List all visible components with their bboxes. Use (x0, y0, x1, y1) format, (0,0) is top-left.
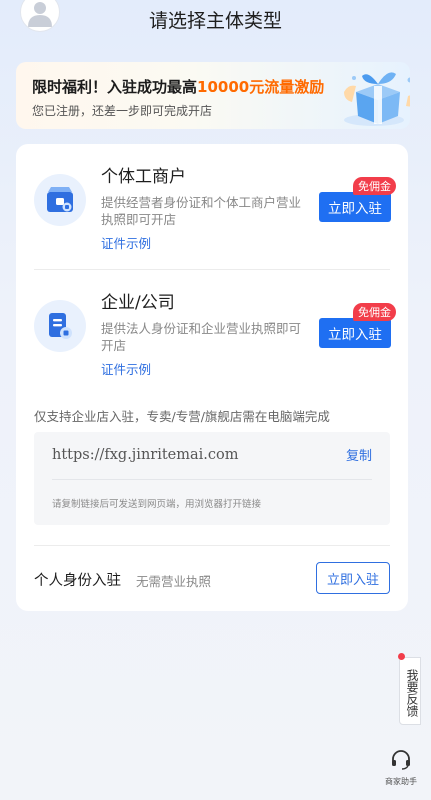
gift-box-icon (344, 72, 410, 126)
personal-subtitle: 无需营业执照 (136, 574, 212, 589)
url-divider (52, 479, 372, 480)
promo-title-highlight: 10000元流量激励 (197, 78, 325, 96)
option-description: 提供经营者身份证和个体工商户营业执照即可开店 (101, 195, 302, 227)
divider (34, 269, 390, 270)
commission-free-badge: 免佣金 (353, 303, 396, 321)
personal-title: 个人身份入驻 (34, 573, 121, 589)
enterprise-notice: 仅支持企业店入驻，专卖/专营/旗舰店需在电脑端完成 (34, 409, 330, 424)
store-url: https://fxg.jinritemai.com (52, 447, 239, 463)
commission-free-badge: 免佣金 (353, 177, 396, 195)
promo-subtitle: 您已注册，还差一步即可完成开店 (32, 104, 213, 118)
option-company[interactable]: 企业/公司 提供法人身份证和企业营业执照即可开店 证件示例 立即入驻 免佣金 (16, 288, 408, 408)
promo-title-prefix: 限时福利！入驻成功最高 (32, 78, 198, 96)
url-hint: 请复制链接后可发送到网页端，用浏览器打开链接 (52, 499, 262, 510)
header: 请选择主体类型 (0, 0, 431, 40)
example-link[interactable]: 证件示例 (101, 233, 151, 252)
promo-banner[interactable]: 限时福利！入驻成功最高10000元流量激励 您已注册，还差一步即可完成开店 (16, 62, 410, 129)
enter-button[interactable]: 立即入驻 (319, 318, 391, 348)
example-link[interactable]: 证件示例 (101, 359, 151, 378)
option-title: 个体工商户 (101, 167, 186, 187)
copy-button[interactable]: 复制 (346, 445, 372, 464)
personal-enter-button[interactable]: 立即入驻 (316, 562, 390, 594)
headset-icon (392, 750, 410, 770)
feedback-button[interactable]: 我要反馈 (399, 657, 421, 725)
option-individual-business[interactable]: 个体工商户 提供经营者身份证和个体工商户营业执照即可开店 证件示例 立即入驻 免… (16, 162, 408, 282)
entity-type-card: 个体工商户 提供经营者身份证和个体工商户营业执照即可开店 证件示例 立即入驻 免… (16, 144, 408, 611)
merchant-assistant-button[interactable]: 商家助手 (376, 748, 426, 788)
document-icon (34, 300, 86, 352)
shop-icon (34, 174, 86, 226)
url-box: https://fxg.jinritemai.com 复制 请复制链接后可发送到… (34, 432, 390, 525)
page-title: 请选择主体类型 (148, 10, 282, 32)
divider (34, 545, 390, 546)
notification-dot (398, 653, 405, 660)
promo-title: 限时福利！入驻成功最高10000元流量激励 (32, 76, 324, 97)
enter-button[interactable]: 立即入驻 (319, 192, 391, 222)
option-description: 提供法人身份证和企业营业执照即可开店 (101, 321, 302, 353)
assistant-label: 商家助手 (385, 777, 417, 786)
option-title: 企业/公司 (101, 293, 175, 313)
